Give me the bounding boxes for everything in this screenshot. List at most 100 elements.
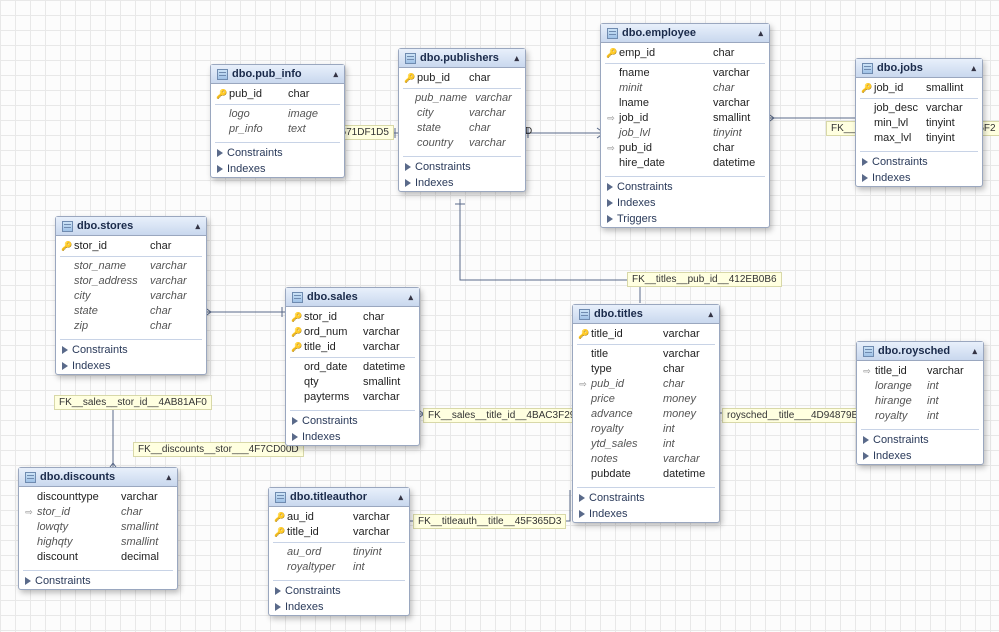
column-row[interactable]: logoimage <box>211 107 344 122</box>
column-row[interactable]: hire_datedatetime <box>601 156 769 171</box>
column-row[interactable]: 🔑stor_idchar <box>286 310 419 325</box>
section-indexes[interactable]: Indexes <box>601 195 769 211</box>
column-row[interactable]: ord_datedatetime <box>286 360 419 375</box>
table-pub-info[interactable]: dbo.pub_info▴ 🔑pub_idchar logoimagepr_info… <box>210 64 345 178</box>
collapse-icon[interactable]: ▴ <box>972 346 977 357</box>
section-indexes[interactable]: Indexes <box>211 161 344 177</box>
column-row[interactable]: fnamevarchar <box>601 66 769 81</box>
column-row[interactable]: 🔑au_idvarchar <box>269 510 409 525</box>
column-row[interactable]: min_lvltinyint <box>856 116 982 131</box>
column-row[interactable]: countryvarchar <box>399 136 525 151</box>
table-header[interactable]: dbo.titleauthor▴ <box>269 488 409 507</box>
section-constraints[interactable]: Constraints <box>573 490 719 506</box>
collapse-icon[interactable]: ▴ <box>758 28 763 39</box>
column-row[interactable]: advancemoney <box>573 407 719 422</box>
column-row[interactable]: 🔑title_idvarchar <box>286 340 419 355</box>
table-header[interactable]: dbo.pub_info▴ <box>211 65 344 84</box>
section-indexes[interactable]: Indexes <box>56 358 206 374</box>
table-titleauthor[interactable]: dbo.titleauthor▴ 🔑au_idvarchar🔑title_idva… <box>268 487 410 616</box>
section-constraints[interactable]: Constraints <box>601 179 769 195</box>
section-constraints[interactable]: Constraints <box>856 154 982 170</box>
table-sales[interactable]: dbo.sales▴ 🔑stor_idchar🔑ord_numvarchar🔑ti… <box>285 287 420 446</box>
table-header[interactable]: dbo.jobs▴ <box>856 59 982 78</box>
column-row[interactable]: job_descvarchar <box>856 101 982 116</box>
column-row[interactable]: ⇨pub_idchar <box>573 377 719 392</box>
collapse-icon[interactable]: ▴ <box>398 492 403 503</box>
section-indexes[interactable]: Indexes <box>857 448 983 464</box>
collapse-icon[interactable]: ▴ <box>708 309 713 320</box>
column-row[interactable]: zipchar <box>56 319 206 334</box>
table-employee[interactable]: dbo.employee▴ 🔑emp_idchar fnamevarcharmini… <box>600 23 770 228</box>
column-row[interactable]: lowqtysmallint <box>19 520 177 535</box>
table-jobs[interactable]: dbo.jobs▴🔑job_idsmallintjob_descvarcharm… <box>855 58 983 187</box>
column-row[interactable]: 🔑title_idvarchar <box>573 327 719 342</box>
column-row[interactable]: lnamevarchar <box>601 96 769 111</box>
collapse-icon[interactable]: ▴ <box>166 472 171 483</box>
column-row[interactable]: royaltyint <box>573 422 719 437</box>
column-row[interactable]: typechar <box>573 362 719 377</box>
table-discounts[interactable]: dbo.discounts▴ discounttypevarchar⇨stor_i… <box>18 467 178 590</box>
column-row[interactable]: pubdatedatetime <box>573 467 719 482</box>
column-row[interactable]: statechar <box>399 121 525 136</box>
table-header[interactable]: dbo.roysched▴ <box>857 342 983 361</box>
section-indexes[interactable]: Indexes <box>269 599 409 615</box>
table-header[interactable]: dbo.employee▴ <box>601 24 769 43</box>
column-row[interactable]: ⇨stor_idchar <box>19 505 177 520</box>
section-indexes[interactable]: Indexes <box>573 506 719 522</box>
column-row[interactable]: pricemoney <box>573 392 719 407</box>
section-constraints[interactable]: Constraints <box>399 159 525 175</box>
column-row[interactable]: notesvarchar <box>573 452 719 467</box>
section-indexes[interactable]: Indexes <box>286 429 419 445</box>
column-row[interactable]: cityvarchar <box>399 106 525 121</box>
column-row[interactable]: statechar <box>56 304 206 319</box>
column-row[interactable]: discountdecimal <box>19 550 177 565</box>
column-row[interactable]: 🔑pub_idchar <box>211 87 344 102</box>
collapse-icon[interactable]: ▴ <box>195 221 200 232</box>
column-row[interactable]: highqtysmallint <box>19 535 177 550</box>
column-row[interactable]: ⇨pub_idchar <box>601 141 769 156</box>
column-row[interactable]: minitchar <box>601 81 769 96</box>
column-row[interactable]: paytermsvarchar <box>286 390 419 405</box>
table-roysched[interactable]: dbo.roysched▴ ⇨title_idvarcharlorangeinth… <box>856 341 984 465</box>
column-row[interactable]: ⇨job_idsmallint <box>601 111 769 126</box>
column-row[interactable]: titlevarchar <box>573 347 719 362</box>
column-row[interactable]: job_lvltinyint <box>601 126 769 141</box>
column-row[interactable]: pub_namevarchar <box>399 91 525 106</box>
column-row[interactable]: royaltyint <box>857 409 983 424</box>
table-header[interactable]: dbo.titles▴ <box>573 305 719 324</box>
column-row[interactable]: cityvarchar <box>56 289 206 304</box>
table-titles[interactable]: dbo.titles▴ 🔑title_idvarchar titlevarchart… <box>572 304 720 523</box>
section-triggers[interactable]: Triggers <box>601 211 769 227</box>
section-constraints[interactable]: Constraints <box>857 432 983 448</box>
section-constraints[interactable]: Constraints <box>211 145 344 161</box>
section-constraints[interactable]: Constraints <box>56 342 206 358</box>
column-row[interactable]: max_lvltinyint <box>856 131 982 146</box>
column-row[interactable]: 🔑stor_idchar <box>56 239 206 254</box>
column-row[interactable]: 🔑title_idvarchar <box>269 525 409 540</box>
er-diagram-canvas[interactable]: FK__pub_info__pub_id__571DF1D5 D FK__emp… <box>0 0 999 632</box>
collapse-icon[interactable]: ▴ <box>408 292 413 303</box>
column-row[interactable]: ⇨title_idvarchar <box>857 364 983 379</box>
column-row[interactable]: stor_namevarchar <box>56 259 206 274</box>
section-indexes[interactable]: Indexes <box>856 170 982 186</box>
collapse-icon[interactable]: ▴ <box>333 69 338 80</box>
section-indexes[interactable]: Indexes <box>399 175 525 191</box>
column-row[interactable]: hirangeint <box>857 394 983 409</box>
column-row[interactable]: discounttypevarchar <box>19 490 177 505</box>
table-header[interactable]: dbo.stores▴ <box>56 217 206 236</box>
column-row[interactable]: lorangeint <box>857 379 983 394</box>
collapse-icon[interactable]: ▴ <box>514 53 519 64</box>
table-header[interactable]: dbo.sales▴ <box>286 288 419 307</box>
table-publishers[interactable]: dbo.publishers▴🔑pub_idcharpub_namevarcha… <box>398 48 526 192</box>
column-row[interactable]: 🔑job_idsmallint <box>856 81 982 96</box>
table-header[interactable]: dbo.publishers▴ <box>399 49 525 68</box>
column-row[interactable]: 🔑emp_idchar <box>601 46 769 61</box>
column-row[interactable]: au_ordtinyint <box>269 545 409 560</box>
table-header[interactable]: dbo.discounts▴ <box>19 468 177 487</box>
column-row[interactable]: ytd_salesint <box>573 437 719 452</box>
column-row[interactable]: 🔑ord_numvarchar <box>286 325 419 340</box>
column-row[interactable]: royaltyperint <box>269 560 409 575</box>
collapse-icon[interactable]: ▴ <box>971 63 976 74</box>
column-row[interactable]: pr_infotext <box>211 122 344 137</box>
section-constraints[interactable]: Constraints <box>269 583 409 599</box>
